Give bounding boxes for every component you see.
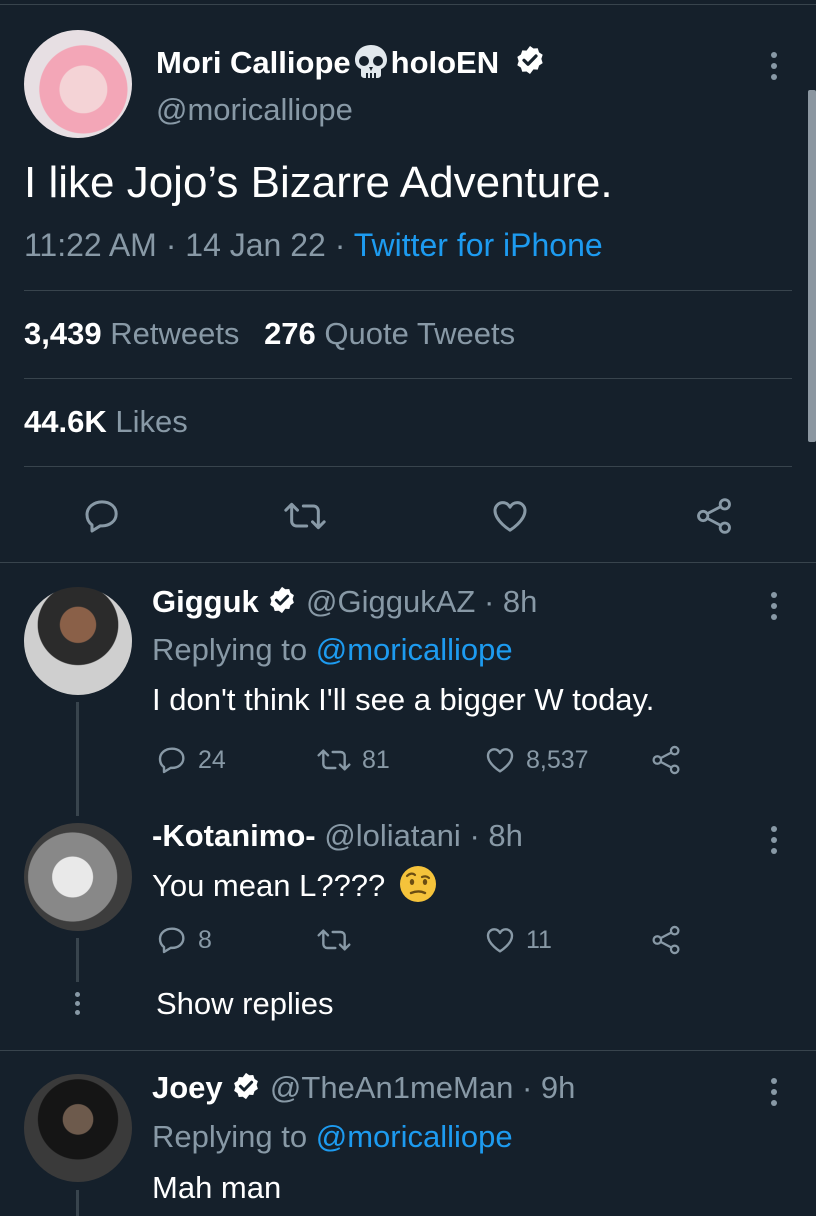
- author-name[interactable]: Mori Calliope holoEN: [156, 42, 546, 82]
- divider: [24, 290, 792, 291]
- avatar[interactable]: [24, 823, 132, 931]
- reply-button[interactable]: 24: [156, 744, 226, 776]
- reply-count: 24: [198, 745, 226, 774]
- section-divider: [0, 1050, 816, 1051]
- quote-tweets-stat[interactable]: 276 Quote Tweets: [264, 316, 515, 351]
- replying-to: Replying to @moricalliope: [152, 632, 513, 667]
- more-icon[interactable]: [770, 52, 778, 85]
- like-button[interactable]: 8,537: [484, 744, 589, 776]
- like-count: 11: [526, 925, 552, 954]
- scrollbar[interactable]: [808, 90, 816, 442]
- replying-to: Replying to @moricalliope: [152, 1119, 513, 1154]
- reply-count: 8: [198, 925, 212, 954]
- like-button[interactable]: 11: [484, 924, 552, 956]
- like-icon: [486, 748, 514, 773]
- thread-line: [76, 702, 79, 816]
- reply-author-name[interactable]: -Kotanimo- @loliatani · 8h: [152, 818, 523, 854]
- tweet-meta: 11:22 AM · 14 Jan 22 · Twitter for iPhon…: [24, 227, 603, 263]
- like-button[interactable]: [490, 496, 530, 536]
- more-icon[interactable]: [770, 592, 778, 625]
- retweet-icon: [317, 929, 351, 951]
- thread-line: [76, 938, 79, 982]
- retweet-stats: 3,439 Retweets 276 Quote Tweets: [24, 316, 515, 352]
- reply-button[interactable]: 8: [156, 924, 212, 956]
- tweet-text: I like Jojo’s Bizarre Adventure.: [24, 158, 613, 207]
- share-icon: [652, 745, 680, 775]
- verified-badge-icon: [517, 46, 543, 74]
- avatar[interactable]: [24, 587, 132, 695]
- section-divider: [0, 562, 816, 563]
- divider: [24, 466, 792, 467]
- avatar[interactable]: [24, 1074, 132, 1182]
- more-icon[interactable]: [770, 826, 778, 859]
- thread-line: [76, 1190, 79, 1216]
- retweet-icon: [284, 502, 326, 530]
- share-button[interactable]: [650, 744, 682, 776]
- tweet-date: 14 Jan 22: [185, 227, 326, 263]
- replying-to-link[interactable]: @moricalliope: [316, 632, 513, 667]
- avatar[interactable]: [24, 30, 132, 138]
- verified-badge-icon: [270, 586, 295, 614]
- retweet-icon: [317, 749, 351, 771]
- reply-icon: [158, 927, 185, 954]
- reply-icon: [85, 500, 118, 533]
- retweet-count: 81: [362, 745, 390, 774]
- reply-text: Mah man: [152, 1170, 282, 1205]
- share-button[interactable]: [694, 496, 734, 536]
- reply-handle: @TheAn1meMan · 9h: [269, 1070, 576, 1105]
- like-count: 8,537: [526, 745, 589, 774]
- reply-handle: @loliatani · 8h: [324, 818, 523, 853]
- skull-icon: [354, 45, 387, 78]
- show-replies-link[interactable]: Show replies: [156, 986, 333, 1022]
- like-icon: [493, 501, 527, 532]
- replying-to-link[interactable]: @moricalliope: [316, 1119, 513, 1154]
- verified-badge-icon: [234, 1072, 259, 1100]
- reply-handle: @GiggukAZ · 8h: [306, 584, 538, 619]
- thread-dots-icon: [73, 992, 81, 1020]
- reply-button[interactable]: [82, 496, 122, 536]
- display-name: Mori Calliope: [156, 45, 351, 80]
- author-handle[interactable]: @moricalliope: [156, 92, 353, 128]
- share-icon: [697, 498, 731, 534]
- reply-text: I don't think I'll see a bigger W today.: [152, 682, 655, 717]
- reply-author-name[interactable]: Joey @TheAn1meMan · 9h: [152, 1070, 575, 1106]
- retweets-stat[interactable]: 3,439 Retweets: [24, 316, 239, 351]
- tweet-time: 11:22 AM: [24, 227, 157, 263]
- raised-eyebrow-emoji-icon: [399, 866, 436, 902]
- share-icon: [652, 925, 680, 955]
- share-button[interactable]: [650, 924, 682, 956]
- top-divider: [0, 4, 816, 5]
- retweet-button[interactable]: [283, 496, 327, 536]
- tweet-source-link[interactable]: Twitter for iPhone: [354, 227, 603, 263]
- reply-author-name[interactable]: Gigguk @GiggukAZ · 8h: [152, 584, 537, 620]
- likes-stat[interactable]: 44.6K Likes: [24, 404, 188, 440]
- reply-icon: [158, 747, 185, 774]
- divider: [24, 378, 792, 379]
- retweet-button[interactable]: [316, 924, 362, 956]
- like-icon: [486, 928, 514, 953]
- more-icon[interactable]: [770, 1078, 778, 1111]
- name-suffix: holoEN: [390, 45, 500, 80]
- retweet-button[interactable]: 81: [316, 744, 390, 776]
- reply-text: You mean L????: [152, 864, 438, 904]
